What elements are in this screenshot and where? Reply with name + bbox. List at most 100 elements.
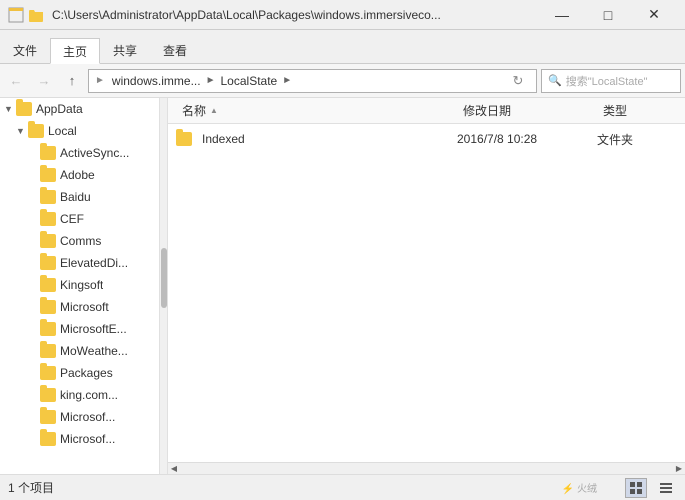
col-header-type[interactable]: 类型 xyxy=(597,98,677,123)
sidebar-item-moweathe[interactable]: ► MoWeathe... xyxy=(0,340,159,362)
folder-icon-kingsoft xyxy=(40,278,56,292)
sidebar-item-microsof2[interactable]: ► Microsof... xyxy=(0,428,159,450)
crumb-arrow-2: ► xyxy=(282,75,292,86)
sidebar-item-label-microsoft: Microsoft xyxy=(60,300,109,314)
file-date-cell: 2016/7/8 10:28 xyxy=(457,132,597,146)
up-button[interactable]: ↑ xyxy=(60,69,84,93)
system-icon-back xyxy=(8,7,24,23)
file-type-cell: 文件夹 xyxy=(597,131,677,148)
folder-icon-comms xyxy=(40,234,56,248)
file-name: Indexed xyxy=(202,132,245,146)
sidebar-item-elevateddi[interactable]: ► ElevatedDi... xyxy=(0,252,159,274)
col-header-date[interactable]: 修改日期 xyxy=(457,98,597,123)
folder-icon-activesync xyxy=(40,146,56,160)
scrollbar-thumb[interactable] xyxy=(161,248,167,308)
address-bar[interactable]: ► windows.imme... ► LocalState ► ↻ xyxy=(88,69,537,93)
folder-icon-kingcom xyxy=(40,388,56,402)
sidebar-item-label-moweathe: MoWeathe... xyxy=(60,344,128,358)
close-button[interactable]: ✕ xyxy=(631,0,677,30)
folder-icon-microsofte xyxy=(40,322,56,336)
sidebar-item-packages[interactable]: ► Packages xyxy=(0,362,159,384)
sidebar-item-adobe[interactable]: ► Adobe xyxy=(0,164,159,186)
sort-arrow-name: ▲ xyxy=(210,106,218,115)
view-list-button[interactable] xyxy=(655,478,677,498)
main-area: ▼ AppData ▼ Local ► ActiveSync... ► Adob… xyxy=(0,98,685,474)
sidebar: ▼ AppData ▼ Local ► ActiveSync... ► Adob… xyxy=(0,98,160,474)
crumb-arrow-1: ► xyxy=(206,75,216,86)
sidebar-item-appdata[interactable]: ▼ AppData xyxy=(0,98,159,120)
folder-icon-cef xyxy=(40,212,56,226)
title-bar-path: C:\Users\Administrator\AppData\Local\Pac… xyxy=(52,8,539,22)
title-bar-system-icons xyxy=(8,7,44,23)
col-header-date-label: 修改日期 xyxy=(463,102,511,119)
sidebar-item-kingsoft[interactable]: ► Kingsoft xyxy=(0,274,159,296)
sidebar-item-activesync[interactable]: ► ActiveSync... xyxy=(0,142,159,164)
search-icon: 🔍 xyxy=(548,74,562,87)
crumb-windows-imme[interactable]: windows.imme... xyxy=(109,73,204,89)
search-placeholder: 搜索"LocalState" xyxy=(566,73,648,89)
title-bar-folder-icon xyxy=(28,7,44,23)
horizontal-scrollbar[interactable]: ◀ ▶ xyxy=(168,462,685,474)
list-view-icon xyxy=(659,481,673,495)
h-scroll-right-button[interactable]: ▶ xyxy=(673,463,685,475)
content-area: 名称 ▲ 修改日期 类型 Indexed 2016/7/8 10:28 文件夹 xyxy=(168,98,685,474)
view-grid-button[interactable] xyxy=(625,478,647,498)
sidebar-item-baidu[interactable]: ► Baidu xyxy=(0,186,159,208)
expand-arrow-local: ▼ xyxy=(16,126,28,136)
sidebar-item-label-elevateddi: ElevatedDi... xyxy=(60,256,128,270)
expand-arrow-appdata: ▼ xyxy=(4,104,16,114)
sidebar-item-label-kingsoft: Kingsoft xyxy=(60,278,103,292)
h-scroll-left-button[interactable]: ◀ xyxy=(168,463,180,475)
table-row[interactable]: Indexed 2016/7/8 10:28 文件夹 xyxy=(168,126,685,152)
tab-file[interactable]: 文件 xyxy=(0,37,50,63)
address-bar-icon: ► xyxy=(95,75,105,86)
folder-icon-packages xyxy=(40,366,56,380)
sidebar-item-cef[interactable]: ► CEF xyxy=(0,208,159,230)
col-header-name-label: 名称 xyxy=(182,102,206,119)
window-controls: — □ ✕ xyxy=(539,0,677,30)
ribbon: 文件 主页 共享 查看 xyxy=(0,30,685,64)
sidebar-item-label-comms: Comms xyxy=(60,234,101,248)
sidebar-item-comms[interactable]: ► Comms xyxy=(0,230,159,252)
folder-icon-local xyxy=(28,124,44,138)
file-list: Indexed 2016/7/8 10:28 文件夹 xyxy=(168,124,685,462)
crumb-localstate[interactable]: LocalState xyxy=(218,73,281,89)
sidebar-item-label-activesync: ActiveSync... xyxy=(60,146,129,160)
ribbon-tabs: 文件 主页 共享 查看 xyxy=(0,30,200,63)
grid-view-icon xyxy=(629,481,643,495)
sidebar-item-microsoft[interactable]: ► Microsoft xyxy=(0,296,159,318)
column-headers: 名称 ▲ 修改日期 类型 xyxy=(168,98,685,124)
title-bar: C:\Users\Administrator\AppData\Local\Pac… xyxy=(0,0,685,30)
folder-icon-adobe xyxy=(40,168,56,182)
sidebar-item-label-appdata: AppData xyxy=(36,102,83,116)
tab-view[interactable]: 查看 xyxy=(150,37,200,63)
file-folder-icon xyxy=(176,132,192,146)
folder-icon-microsof1 xyxy=(40,410,56,424)
sidebar-item-kingcom[interactable]: ► king.com... xyxy=(0,384,159,406)
col-header-name[interactable]: 名称 ▲ xyxy=(176,98,457,123)
watermark-logo: ⚡ 火绒 xyxy=(562,480,597,495)
sidebar-scrollbar[interactable] xyxy=(160,98,168,474)
breadcrumb: windows.imme... ► LocalState ► xyxy=(109,73,292,89)
tab-share[interactable]: 共享 xyxy=(100,37,150,63)
sidebar-item-label-cef: CEF xyxy=(60,212,84,226)
back-button[interactable]: ← xyxy=(4,69,28,93)
sidebar-item-local[interactable]: ▼ Local xyxy=(0,120,159,142)
h-scroll-track[interactable] xyxy=(180,465,673,473)
search-box[interactable]: 🔍 搜索"LocalState" xyxy=(541,69,681,93)
nav-bar: ← → ↑ ► windows.imme... ► LocalState ► ↻… xyxy=(0,64,685,98)
folder-icon-appdata xyxy=(16,102,32,116)
sidebar-item-microsofte[interactable]: ► MicrosoftE... xyxy=(0,318,159,340)
tab-home[interactable]: 主页 xyxy=(50,38,100,64)
sidebar-item-microsof1[interactable]: ► Microsof... xyxy=(0,406,159,428)
folder-icon-baidu xyxy=(40,190,56,204)
maximize-button[interactable]: □ xyxy=(585,0,631,30)
status-count: 1 个项目 xyxy=(8,479,54,496)
refresh-button[interactable]: ↻ xyxy=(506,69,530,93)
forward-button[interactable]: → xyxy=(32,69,56,93)
sidebar-item-label-packages: Packages xyxy=(60,366,113,380)
minimize-button[interactable]: — xyxy=(539,0,585,30)
status-right: ⚡ 火绒 xyxy=(562,478,677,498)
folder-icon-elevateddi xyxy=(40,256,56,270)
sidebar-item-label-baidu: Baidu xyxy=(60,190,91,204)
